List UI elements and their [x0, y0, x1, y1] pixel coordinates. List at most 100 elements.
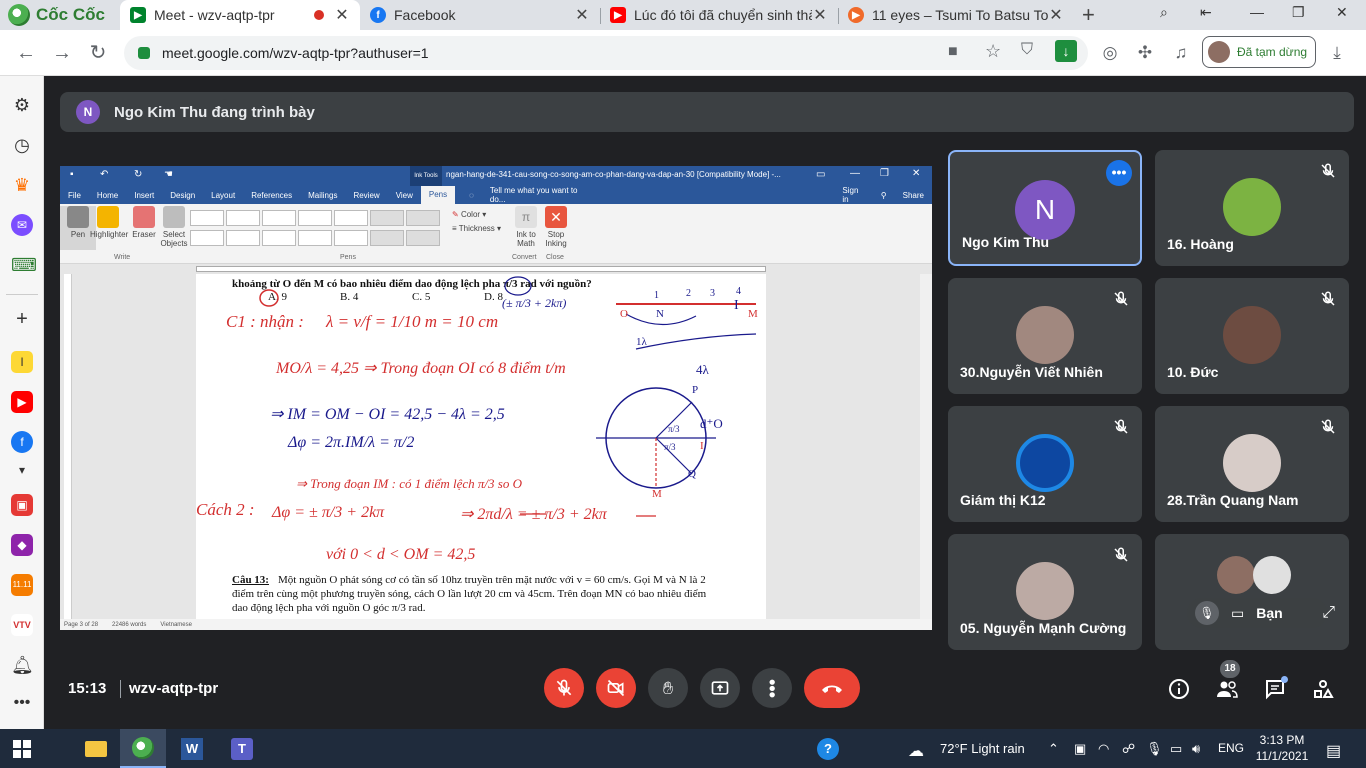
participant-tile-cuong[interactable]: 05. Nguyễn Mạnh Cường	[948, 534, 1142, 650]
maximize-icon[interactable]: ❐	[1292, 4, 1305, 21]
camera-tray-icon[interactable]: ▣	[1074, 741, 1086, 757]
shared-screen[interactable]: ▪ ↶ ↻ ☚ Ink Tools ngan-hang-de-341-cau-s…	[60, 166, 932, 630]
participant-tile-duc[interactable]: 10. Đức	[1155, 278, 1349, 394]
camera-off-icon[interactable]: ▭	[1231, 605, 1244, 622]
coccoc-brand[interactable]: Cốc Cốc	[8, 4, 105, 26]
participant-tile-giam-thi[interactable]: Giám thị K12	[948, 406, 1142, 522]
download-icon[interactable]: ↓	[1055, 40, 1077, 62]
coccoc-extension-icon[interactable]: ◎	[1099, 42, 1121, 64]
ink-label-d0: d⁺O	[700, 416, 723, 431]
weather-widget[interactable]: 72°F Light rain	[940, 741, 1025, 756]
mic-toggle-button[interactable]	[544, 668, 584, 708]
notification-bell-icon[interactable]: 🔔︎	[11, 654, 34, 676]
camera-toggle-button[interactable]	[596, 668, 636, 708]
eraser-icon	[133, 206, 155, 228]
close-icon[interactable]: ✕	[574, 5, 590, 25]
folder-icon	[85, 740, 107, 757]
reload-icon[interactable]: ↻	[84, 39, 112, 67]
facebook-icon[interactable]: f	[11, 431, 33, 453]
shopping-icon[interactable]: ▣	[11, 494, 33, 516]
self-view-tile[interactable]: 🎙︎ ▭ Bạn ⤢	[1155, 534, 1349, 650]
thickness-picker: ≡ Thickness ▾	[452, 224, 502, 233]
back-arrow-icon[interactable]: ⇤	[1200, 4, 1212, 21]
expand-icon[interactable]: ⤢	[1322, 604, 1335, 622]
close-icon[interactable]: ✕	[812, 5, 828, 25]
wifi-icon[interactable]: ◠	[1098, 741, 1109, 757]
battery-icon[interactable]: ▭	[1170, 741, 1182, 757]
new-tab-button[interactable]: +	[1082, 2, 1095, 28]
start-button[interactable]	[0, 729, 44, 768]
game-controller-icon[interactable]: ⌨	[11, 254, 37, 276]
vtv-icon[interactable]: VTV	[11, 614, 33, 636]
download-tray-icon[interactable]: ⤓	[1326, 42, 1348, 64]
mic-off-icon[interactable]: 🎙︎	[1195, 601, 1219, 625]
participant-tile-hoang[interactable]: 16. Hoàng	[1155, 150, 1349, 266]
close-icon[interactable]: ✕	[334, 5, 350, 25]
address-bar[interactable]: meet.google.com/wzv-aqtp-tpr?authuser=1	[124, 36, 1088, 70]
teams-taskbar-button[interactable]: T	[220, 729, 264, 768]
close-icon[interactable]: ✕	[1048, 5, 1064, 25]
history-icon[interactable]: ◷	[11, 134, 33, 156]
playlist-icon[interactable]: ♫	[1170, 42, 1192, 64]
tab-search-icon[interactable]: ⌕	[1160, 4, 1168, 21]
forward-icon[interactable]: →	[48, 39, 76, 67]
shield-icon[interactable]: ⛉	[1021, 41, 1033, 59]
windows-taskbar: W T ? ☁ 72°F Light rain ⌃ ▣ ◠ ☍ 🎙︎ ▭ 🔊︎ …	[0, 729, 1366, 768]
tab-facebook[interactable]: f Facebook ✕	[360, 0, 600, 30]
add-icon[interactable]: +	[11, 308, 33, 330]
ink-label-circle-i: I	[700, 440, 704, 452]
people-button[interactable]	[1214, 676, 1240, 702]
notifications-icon[interactable]: ▤	[1326, 741, 1341, 761]
star-icon[interactable]: ☆	[985, 41, 1001, 62]
coccoc-taskbar-button[interactable]	[120, 729, 166, 768]
minimize-icon[interactable]: —	[1250, 4, 1264, 20]
activities-button[interactable]	[1310, 676, 1336, 702]
ruler-area	[196, 266, 766, 272]
more-icon[interactable]: •••	[11, 692, 33, 714]
messenger-icon[interactable]: ✉	[11, 214, 33, 236]
ink-line-formula: (± π/3 + 2kπ)	[502, 296, 567, 310]
notes-icon[interactable]: I	[11, 351, 33, 373]
game-app-icon[interactable]: ◆	[11, 534, 33, 556]
presenter-banner: N Ngo Kim Thu đang trình bày	[60, 92, 1354, 132]
chevron-up-icon[interactable]: ⌃	[1048, 741, 1059, 757]
menu-layout: Layout	[211, 190, 236, 200]
leave-call-button[interactable]	[804, 668, 860, 708]
word-ribbon: Pen Highlighter Eraser Select Objects ✎ …	[60, 204, 932, 264]
language-indicator[interactable]: ENG	[1218, 741, 1244, 755]
profile-button[interactable]: Đã tạm dừng	[1202, 36, 1316, 68]
help-taskbar-button[interactable]: ?	[806, 729, 850, 768]
mic-off-icon	[1321, 163, 1335, 178]
settings-icon[interactable]: ⚙	[11, 94, 33, 116]
chat-button[interactable]	[1262, 676, 1288, 702]
clock[interactable]: 3:13 PM 11/1/2021	[1252, 732, 1312, 764]
word-status-bar: Page 3 of 28 22486 words Vietnamese	[60, 619, 932, 630]
participant-tile-ngo-kim-thu[interactable]: N ••• Ngo Kim Thu	[948, 150, 1142, 266]
participant-tile-nam[interactable]: 28.Trần Quang Nam	[1155, 406, 1349, 522]
raise-hand-button[interactable]: ✋︎	[648, 668, 688, 708]
youtube-icon[interactable]: ▶	[11, 391, 33, 413]
puzzle-icon[interactable]: ✣	[1134, 42, 1156, 64]
window-close-icon[interactable]: ✕	[1336, 4, 1348, 21]
crown-icon[interactable]: ♛	[11, 174, 33, 196]
tab-youtube[interactable]: ▶ Lúc đó tôi đã chuyển sinh thà ✕	[600, 0, 838, 30]
tab-music[interactable]: ▶ 11 eyes – Tsumi To Batsu To A ✕	[838, 0, 1074, 30]
microphone-icon[interactable]: 🎙︎	[1146, 741, 1163, 757]
network-icon[interactable]: ☍	[1122, 741, 1135, 757]
word-taskbar-button[interactable]: W	[170, 729, 214, 768]
participant-tile-nhien[interactable]: 30.Nguyễn Viết Nhiên	[948, 278, 1142, 394]
more-options-icon[interactable]: •••	[1106, 160, 1132, 186]
participant-name: 05. Nguyễn Mạnh Cường	[960, 620, 1127, 636]
back-icon[interactable]: ←	[12, 39, 40, 67]
present-button[interactable]	[700, 668, 740, 708]
chevron-down-icon[interactable]: ▾	[11, 459, 33, 481]
sale-icon[interactable]: 11.11	[11, 574, 33, 596]
tab-meet[interactable]: ▶ Meet - wzv-aqtp-tpr ✕	[120, 0, 360, 30]
file-explorer-button[interactable]	[74, 729, 118, 768]
more-options-button[interactable]: •••	[752, 668, 792, 708]
volume-icon[interactable]: 🔊︎	[1192, 741, 1200, 757]
hang-up-icon	[822, 685, 842, 693]
camera-icon[interactable]: ■	[948, 43, 958, 61]
group-close: Close	[546, 254, 564, 261]
meeting-details-button[interactable]	[1166, 676, 1192, 702]
